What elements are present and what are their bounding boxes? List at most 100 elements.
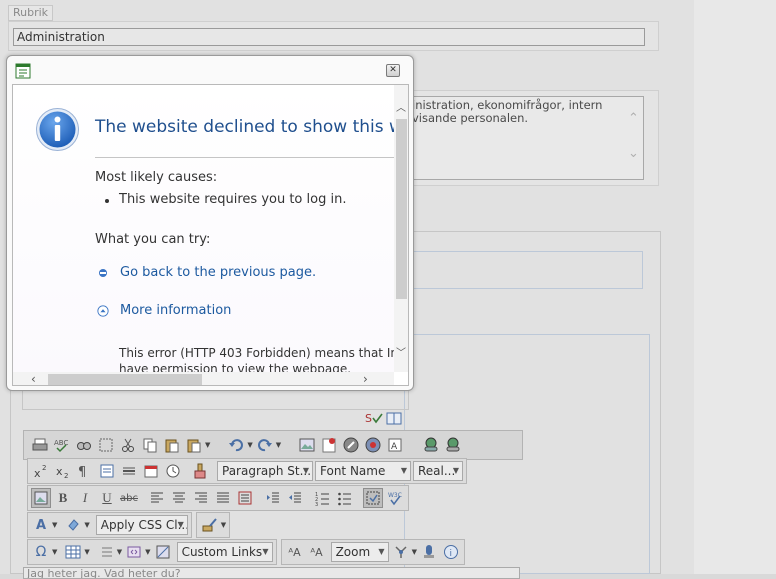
paragraph-style-select[interactable]: Paragraph St... ▼ — [217, 461, 313, 481]
remove-link-icon[interactable] — [443, 435, 463, 455]
font-color-icon[interactable]: A — [31, 515, 51, 535]
underline-icon[interactable]: U — [97, 488, 117, 508]
vertical-scrollbar[interactable]: ︿ ﹀ — [394, 85, 408, 372]
paragraph-icon[interactable]: ¶ — [75, 461, 95, 481]
indent-icon[interactable] — [263, 488, 283, 508]
convert-to-upper-icon[interactable]: ᴬA — [307, 542, 327, 562]
svg-text:S: S — [365, 412, 372, 425]
cut-icon[interactable] — [118, 435, 138, 455]
chevron-down-icon[interactable]: ▼ — [145, 548, 150, 556]
svg-text:3: 3 — [315, 502, 318, 506]
subscript-icon[interactable]: x2 — [53, 461, 73, 481]
redo-icon[interactable] — [255, 435, 275, 455]
image-map-icon[interactable] — [31, 488, 51, 508]
align-right-icon[interactable] — [191, 488, 211, 508]
undo-icon[interactable] — [226, 435, 246, 455]
apply-css-class-select[interactable]: Apply CSS Cl... ▼ — [95, 515, 188, 535]
editor-content[interactable]: Jag heter jag. Vad heter du? — [23, 567, 520, 579]
zoom-select[interactable]: Zoom ▼ — [330, 542, 389, 562]
description-text: inistration, ekonomifrågor, intern visan… — [412, 98, 603, 125]
copy-icon[interactable] — [140, 435, 160, 455]
chevron-down-icon[interactable]: ▼ — [117, 548, 122, 556]
outdent-icon[interactable] — [285, 488, 305, 508]
flash-manager-icon[interactable] — [319, 435, 339, 455]
chevron-down-icon[interactable]: ▼ — [412, 548, 417, 556]
select-all-icon[interactable] — [96, 435, 116, 455]
superscript-icon[interactable]: x2 — [31, 461, 51, 481]
chevron-down-icon[interactable]: ▼ — [276, 441, 281, 449]
template-manager-icon[interactable]: A — [385, 435, 405, 455]
paste-icon[interactable] — [162, 435, 182, 455]
more-information-toggle[interactable]: More information — [97, 303, 231, 318]
insert-form-icon[interactable] — [97, 461, 117, 481]
print-icon[interactable] — [30, 435, 50, 455]
custom-links-select[interactable]: Custom Links ▼ — [176, 542, 273, 562]
insert-time-icon[interactable] — [163, 461, 183, 481]
chevron-down-icon[interactable]: ▼ — [52, 521, 57, 529]
close-icon[interactable]: ✕ — [386, 64, 400, 77]
svg-text:2: 2 — [64, 472, 68, 479]
italic-icon[interactable]: I — [75, 488, 95, 508]
vertical-scroll-thumb[interactable] — [396, 119, 407, 299]
find-icon[interactable] — [74, 435, 94, 455]
xhtml-validator-icon[interactable]: W3C — [385, 488, 405, 508]
hyperlink-icon[interactable] — [421, 435, 441, 455]
cause-item: This website requires you to log in. — [104, 192, 347, 207]
spellcheck-abc-icon[interactable]: ABC — [52, 435, 72, 455]
insert-list-icon[interactable] — [96, 542, 116, 562]
error-detail-line: This error (HTTP 403 Forbidden) means th… — [119, 346, 394, 360]
horizontal-scroll-thumb[interactable] — [48, 374, 202, 385]
toggle-borders-icon[interactable] — [363, 488, 383, 508]
go-back-link[interactable]: Go back to the previous page. — [97, 265, 316, 280]
insert-snippet-icon[interactable] — [124, 542, 144, 562]
special-characters-icon[interactable]: Ω — [31, 542, 51, 562]
input-box[interactable] — [404, 251, 643, 289]
justify-icon[interactable] — [213, 488, 233, 508]
highlight-color-icon[interactable] — [63, 515, 83, 535]
go-back-label[interactable]: Go back to the previous page. — [120, 265, 316, 280]
media-manager-icon[interactable] — [341, 435, 361, 455]
convert-to-lower-icon[interactable]: ᴬA — [285, 542, 305, 562]
format-stripper-icon[interactable] — [191, 461, 211, 481]
right-gutter — [694, 0, 776, 574]
textarea-scroll-up-icon[interactable]: ⌃ — [628, 111, 639, 126]
spellcheck-icon[interactable]: S — [365, 411, 405, 425]
format-brush-icon[interactable] — [200, 515, 220, 535]
scroll-up-icon[interactable]: ︿ — [396, 99, 406, 114]
chevron-down-icon[interactable]: ▼ — [247, 441, 252, 449]
justify-none-icon[interactable] — [235, 488, 255, 508]
rubrik-input[interactable]: Administration — [13, 28, 645, 46]
numbered-list-icon[interactable]: 123 — [313, 488, 333, 508]
textarea-scroll-down-icon[interactable]: ⌄ — [628, 146, 639, 161]
chevron-down-icon[interactable]: ▼ — [84, 521, 89, 529]
chevron-down-icon[interactable]: ▼ — [205, 441, 210, 449]
horizontal-scrollbar[interactable]: ‹ › — [13, 372, 394, 385]
scroll-left-icon[interactable]: ‹ — [31, 372, 36, 385]
toggle-screen-icon[interactable] — [419, 542, 439, 562]
scroll-right-icon[interactable]: › — [363, 372, 368, 385]
strikethrough-icon[interactable]: abc — [119, 488, 139, 508]
align-left-icon[interactable] — [147, 488, 167, 508]
bold-icon[interactable]: B — [53, 488, 73, 508]
more-information-label[interactable]: More information — [120, 303, 231, 318]
chevron-down-icon[interactable]: ▼ — [221, 521, 226, 529]
image-manager-icon[interactable] — [297, 435, 317, 455]
scroll-down-icon[interactable]: ﹀ — [396, 344, 406, 359]
svg-text:x: x — [56, 465, 63, 478]
align-center-icon[interactable] — [169, 488, 189, 508]
chevron-down-icon[interactable]: ▼ — [52, 548, 57, 556]
font-size-select[interactable]: Real... ▼ — [413, 461, 463, 481]
insert-table-icon[interactable] — [63, 542, 83, 562]
insert-date-icon[interactable] — [141, 461, 161, 481]
bullet-list-icon[interactable] — [335, 488, 355, 508]
about-info-icon[interactable]: i — [441, 542, 461, 562]
image-properties-icon[interactable] — [153, 542, 173, 562]
horizontal-rule-icon[interactable] — [119, 461, 139, 481]
module-manager-icon[interactable] — [391, 542, 411, 562]
document-manager-icon[interactable] — [363, 435, 383, 455]
paste-special-icon[interactable] — [184, 435, 204, 455]
chevron-down-icon[interactable]: ▼ — [84, 548, 89, 556]
font-name-select[interactable]: Font Name ▼ — [315, 461, 411, 481]
chevron-up-icon[interactable] — [97, 304, 109, 317]
error-detail-line: have permission to view the webpage. — [119, 362, 352, 372]
